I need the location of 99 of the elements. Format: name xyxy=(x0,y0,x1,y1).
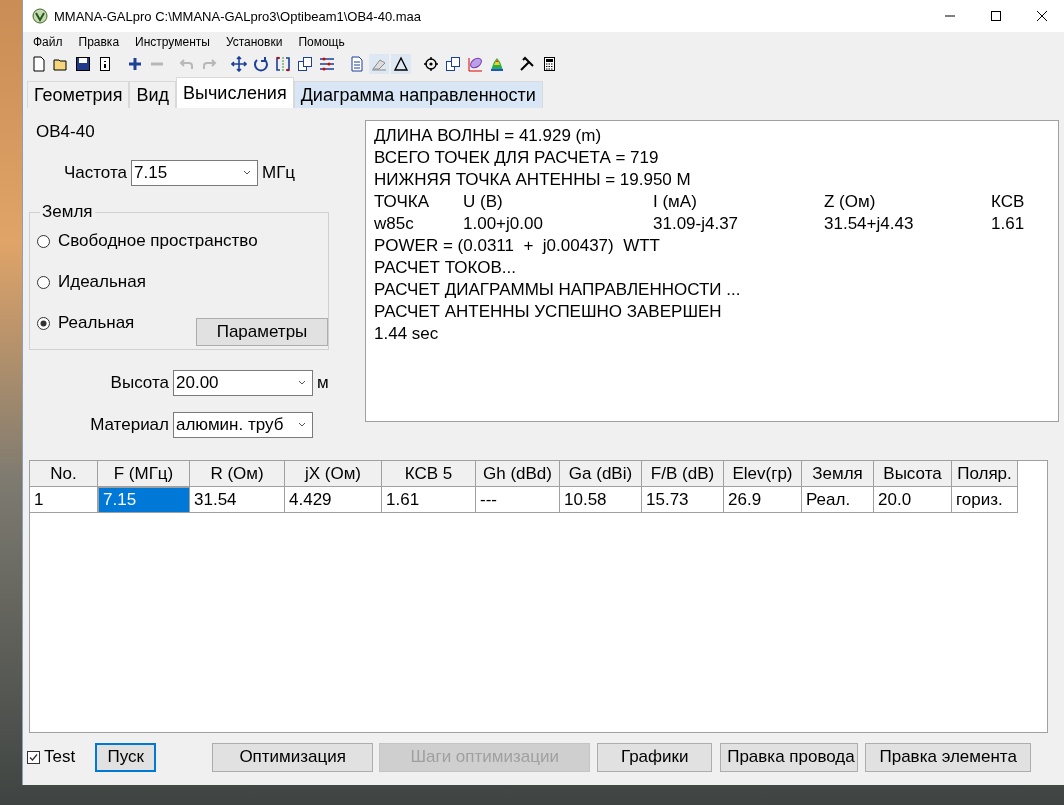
unit-label: МГц xyxy=(262,163,296,183)
tools-icon[interactable] xyxy=(519,56,535,72)
menu-item[interactable]: Правка xyxy=(70,35,128,49)
folder-icon[interactable] xyxy=(53,56,69,72)
field-label: Материал xyxy=(89,415,169,435)
output-line: НИЖНЯЯ ТОЧКА АНТЕННЫ = 19.950 М xyxy=(374,169,692,191)
column-header[interactable]: F (МГц) xyxy=(98,461,190,487)
copy-icon[interactable] xyxy=(297,56,313,72)
lines-icon[interactable] xyxy=(319,56,335,72)
window-title: MMANA-GALpro C:\MMANA-GALpro3\Optibeam1\OB4-40.maa xyxy=(54,8,422,24)
checkbox-label: Test xyxy=(44,747,76,767)
column-header[interactable]: F/B (dB) xyxy=(642,461,724,487)
output-value: w85c xyxy=(374,213,414,235)
menu-item[interactable]: Установки xyxy=(217,35,291,49)
output-line: РАСЧЕТ ДИАГРАММЫ НАПРАВЛЕННОСТИ ... xyxy=(374,279,742,301)
column-header[interactable]: Elev(гр) xyxy=(724,461,802,487)
menu-item[interactable]: Файл xyxy=(25,35,71,49)
unit-label: м xyxy=(317,373,329,393)
info-icon[interactable] xyxy=(97,56,113,72)
column-header[interactable]: Поляр. xyxy=(952,461,1018,487)
table-cell[interactable]: --- xyxy=(476,487,560,513)
output-value: 1.00+j0.00 xyxy=(463,213,543,235)
table-cell[interactable]: 1.61 xyxy=(382,487,476,513)
pattern-lobe-icon[interactable] xyxy=(467,56,483,72)
table-cell[interactable]: гориз. xyxy=(952,487,1018,513)
output-line: 1.44 sec xyxy=(374,323,440,345)
tab[interactable]: Вид xyxy=(129,81,176,108)
radio-label: Идеальная xyxy=(58,272,146,292)
output-value: Z (Ом) xyxy=(824,191,876,213)
new-document-icon[interactable] xyxy=(31,56,47,72)
table-cell[interactable]: 26.9 xyxy=(724,487,802,513)
output-value: ТОЧКА xyxy=(374,191,430,213)
color-plot-icon[interactable] xyxy=(489,56,505,72)
column-header[interactable]: R (Ом) xyxy=(190,461,285,487)
menu-item[interactable]: Помощь xyxy=(290,35,353,49)
tab[interactable]: Геометрия xyxy=(27,81,130,108)
radio-button[interactable] xyxy=(37,275,50,289)
output-line: РАСЧЕТ АНТЕННЫ УСПЕШНО ЗАВЕРШЕН xyxy=(374,301,723,323)
column-header[interactable]: КСВ 5 xyxy=(382,461,476,487)
column-header[interactable]: Ga (dBi) xyxy=(560,461,642,487)
action-button[interactable]: Правка провода xyxy=(720,742,859,772)
save-icon[interactable] xyxy=(75,56,91,72)
move-arrows-icon[interactable] xyxy=(231,56,247,72)
radio-button[interactable] xyxy=(37,234,50,248)
table-cell[interactable]: 1 xyxy=(30,487,98,513)
table-cell[interactable]: 7.15 xyxy=(98,487,190,513)
column-header[interactable]: Земля xyxy=(802,461,874,487)
table-cell[interactable]: 10.58 xyxy=(560,487,642,513)
table-cell[interactable]: Реал. xyxy=(802,487,874,513)
output-value: 1.61 xyxy=(991,213,1025,235)
dropdown-caret-icon xyxy=(296,379,308,387)
output-value: 31.54+j4.43 xyxy=(824,213,914,235)
output-value: I (мА) xyxy=(653,191,697,213)
action-button[interactable]: Правка элемента xyxy=(865,742,1032,772)
column-header[interactable]: Gh (dBd) xyxy=(476,461,560,487)
column-header[interactable]: No. xyxy=(30,461,98,487)
copy-icon[interactable] xyxy=(445,56,461,72)
table-cell[interactable]: 20.0 xyxy=(874,487,952,513)
tab[interactable]: Диаграмма направленности xyxy=(293,81,543,108)
column-header[interactable]: Высота xyxy=(874,461,952,487)
field-label: Высота xyxy=(109,373,169,393)
crosshair-icon[interactable] xyxy=(423,56,439,72)
triangle-icon[interactable] xyxy=(393,56,409,72)
menu-item[interactable]: Инструменты xyxy=(127,35,218,49)
tab[interactable]: Вычисления xyxy=(176,77,294,108)
plus-icon[interactable] xyxy=(127,56,143,72)
radio-button[interactable] xyxy=(37,316,50,330)
action-button[interactable]: Оптимизация xyxy=(212,742,374,772)
table-cell[interactable]: 15.73 xyxy=(642,487,724,513)
calculator-icon[interactable] xyxy=(541,56,557,72)
output-value: U (B) xyxy=(463,191,503,213)
output-line: ДЛИНА ВОЛНЫ = 41.929 (m) xyxy=(374,125,603,147)
action-button[interactable]: Пуск xyxy=(95,742,157,772)
radio-label: Свободное пространство xyxy=(58,231,258,251)
table-cell[interactable]: 31.54 xyxy=(190,487,285,513)
frequency-dropdown[interactable]: 7.15 xyxy=(131,160,258,186)
app-logo-icon xyxy=(32,8,48,24)
maximize-icon[interactable] xyxy=(991,11,1001,21)
height-dropdown[interactable]: 20.00 xyxy=(173,370,313,396)
output-line: ВСЕГО ТОЧЕК ДЛЯ РАСЧЕТА = 719 xyxy=(374,147,660,169)
document-icon[interactable] xyxy=(349,56,365,72)
close-icon[interactable] xyxy=(1037,11,1047,21)
parameters-button[interactable]: Параметры xyxy=(196,318,328,346)
checkbox[interactable] xyxy=(27,750,40,764)
column-header[interactable]: jX (Ом) xyxy=(285,461,382,487)
table-cell[interactable]: 4.429 xyxy=(285,487,382,513)
rotate-icon[interactable] xyxy=(253,56,269,72)
output-line: РАСЧЕТ ТОКОВ... xyxy=(374,257,517,279)
mirror-icon[interactable] xyxy=(275,56,291,72)
antenna-name: OB4-40 xyxy=(36,122,96,143)
output-value: 31.09-j4.37 xyxy=(653,213,739,235)
output-value: КСВ xyxy=(991,191,1025,213)
field-label: Частота xyxy=(63,163,127,183)
material-dropdown[interactable]: алюмин. труб xyxy=(173,412,313,438)
output-line: POWER = (0.0311 + j0.00437) WTT xyxy=(374,235,661,257)
radio-label: Реальная xyxy=(58,313,135,333)
dropdown-caret-icon xyxy=(296,421,308,429)
action-button[interactable]: Графики xyxy=(597,742,713,772)
dropdown-caret-icon xyxy=(241,169,253,177)
